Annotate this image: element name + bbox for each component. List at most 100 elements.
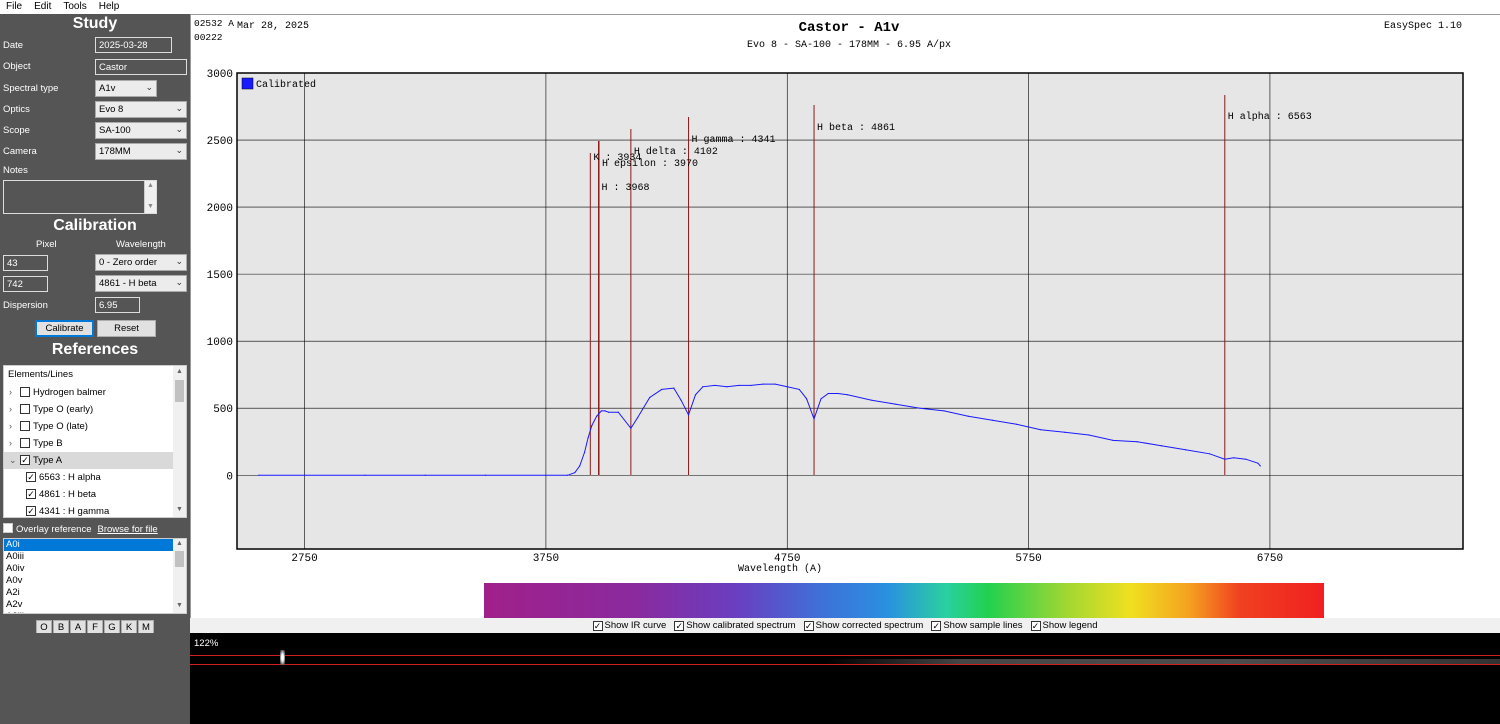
tree-checkbox[interactable]: ✓ [26, 472, 36, 482]
date-label: Date [3, 40, 24, 51]
date-field[interactable]: 2025-03-28 [95, 37, 172, 53]
display-option[interactable]: ✓ Show sample lines [931, 618, 1023, 633]
tree-checkbox[interactable]: ✓ [26, 506, 36, 516]
tree-item[interactable]: › Type O (late) [4, 418, 174, 435]
option-checkbox[interactable]: ✓ [1030, 620, 1041, 631]
display-option[interactable]: ✓ Show calibrated spectrum [674, 618, 796, 633]
raw-image-viewer[interactable]: 122% [190, 633, 1500, 724]
tree-scrollbar[interactable]: ▲ ▼ [173, 366, 186, 517]
chevron-right-icon[interactable]: › [9, 435, 12, 452]
data-point [687, 414, 690, 416]
scroll-down-icon[interactable]: ▼ [147, 203, 154, 210]
overlay-checkbox[interactable] [3, 523, 13, 533]
option-label: Show IR curve [604, 620, 667, 631]
chevron-right-icon[interactable]: › [9, 384, 12, 401]
selection-line-bottom[interactable] [190, 664, 1500, 665]
data-point [726, 386, 728, 388]
wavelength-select-2[interactable]: 4861 - H beta ⌄ [95, 275, 187, 292]
display-option[interactable]: ✓ Show corrected spectrum [803, 618, 924, 633]
references-tree[interactable]: Elements/Lines › Hydrogen balmer › Type O (… [3, 365, 187, 518]
object-field[interactable]: Castor [95, 59, 187, 75]
scope-select[interactable]: SA-100 ⌄ [95, 122, 187, 139]
tree-checkbox[interactable]: ✓ [20, 455, 30, 465]
scroll-up-icon[interactable]: ▲ [176, 368, 183, 375]
tree-checkbox[interactable] [20, 438, 30, 448]
wavelength-select-1[interactable]: 0 - Zero order ⌄ [95, 254, 187, 271]
spectral-type-item[interactable]: A0iii [4, 551, 174, 563]
option-label: Show corrected spectrum [815, 620, 924, 631]
x-axis-label: Wavelength (A) [738, 563, 822, 575]
scroll-thumb[interactable] [175, 551, 184, 567]
calibration-title: Calibration [53, 217, 137, 234]
menu-tools[interactable]: Tools [57, 0, 92, 14]
data-point [608, 411, 610, 413]
data-point [680, 399, 682, 401]
tree-item[interactable]: ✓ 6563 : H alpha [4, 469, 174, 486]
chevron-down-icon: ⌄ [175, 277, 183, 287]
option-checkbox[interactable]: ✓ [803, 620, 814, 631]
chevron-right-icon[interactable]: › [9, 401, 12, 418]
data-point [1088, 434, 1090, 436]
tree-item[interactable]: ⌄ ✓ Type A [4, 452, 174, 469]
wavelength-header: Wavelength [116, 239, 166, 250]
menu-edit[interactable]: Edit [28, 0, 57, 14]
spectrum-chart[interactable]: 2750 3750 4750 5750 6750 3000 2500 2000 1500 1000… [190, 14, 1500, 618]
tree-checkbox[interactable] [20, 404, 30, 414]
scroll-down-icon[interactable]: ▼ [176, 602, 183, 609]
y-tick-label: 0 [226, 471, 233, 483]
spectral-type-item[interactable]: A0v [4, 575, 174, 587]
menu-file[interactable]: File [0, 0, 28, 14]
data-point [1040, 429, 1042, 431]
reset-button[interactable]: Reset [97, 320, 156, 337]
optics-select[interactable]: Evo 8 ⌄ [95, 101, 187, 118]
spectral-type-select[interactable]: A1v ⌄ [95, 80, 157, 97]
tree-item[interactable]: ✓ 4341 : H gamma [4, 503, 174, 517]
tree-checkbox[interactable] [20, 421, 30, 431]
scroll-up-icon[interactable]: ▲ [176, 540, 183, 547]
pixel-field-2[interactable]: 742 [3, 276, 48, 292]
data-point [1257, 462, 1259, 464]
wavelength-value-2: 4861 - H beta [99, 278, 157, 289]
chevron-down-icon: ⌄ [175, 145, 183, 155]
option-checkbox[interactable]: ✓ [674, 620, 685, 631]
legend-swatch [241, 77, 254, 90]
tree-item[interactable]: › Type O (early) [4, 401, 174, 418]
scroll-up-icon[interactable]: ▲ [147, 182, 154, 189]
display-option[interactable]: ✓ Show legend [1030, 618, 1097, 633]
pixel-field-1[interactable]: 43 [3, 255, 48, 271]
tree-item[interactable]: › Type B [4, 435, 174, 452]
scroll-thumb[interactable] [175, 380, 184, 402]
notes-scrollbar[interactable]: ▲ ▼ [144, 181, 156, 213]
option-checkbox[interactable]: ✓ [931, 620, 942, 631]
data-point [583, 451, 586, 454]
data-point [813, 418, 815, 420]
selection-line-top[interactable] [190, 655, 1500, 656]
chevron-right-icon[interactable]: › [9, 418, 12, 435]
data-point [1245, 458, 1247, 460]
spectral-type-list[interactable]: A0iA0iiiA0ivA0vA2iA2vA3iii ▲ ▼ [3, 538, 187, 614]
option-checkbox[interactable]: ✓ [592, 620, 603, 631]
data-point [991, 419, 993, 421]
display-option[interactable]: ✓ Show IR curve [592, 618, 667, 633]
browse-for-file-link[interactable]: Browse for file [98, 524, 158, 535]
scroll-down-icon[interactable]: ▼ [176, 506, 183, 513]
chevron-down-icon[interactable]: ⌄ [9, 452, 17, 469]
notes-textarea[interactable]: ▲ ▼ [3, 180, 157, 214]
reference-line-label: H beta : 4861 [817, 122, 895, 134]
x-tick-label: 6750 [1257, 553, 1283, 565]
calibrate-button[interactable]: Calibrate [35, 320, 94, 337]
tree-item[interactable]: ✓ 4861 : H beta [4, 486, 174, 503]
spectral-type-item[interactable]: A2v [4, 599, 174, 611]
dispersion-field[interactable]: 6.95 [95, 297, 140, 313]
tree-checkbox[interactable]: ✓ [26, 489, 36, 499]
spectral-type-item[interactable]: A0i [4, 539, 174, 551]
spectral-type-item[interactable]: A3iii [4, 611, 174, 613]
spectral-type-item[interactable]: A2i [4, 587, 174, 599]
optics-value: Evo 8 [99, 104, 124, 115]
menu-help[interactable]: Help [93, 0, 126, 14]
tree-item[interactable]: › Hydrogen balmer [4, 384, 174, 401]
type-list-scrollbar[interactable]: ▲ ▼ [173, 539, 186, 613]
tree-checkbox[interactable] [20, 387, 30, 397]
camera-select[interactable]: 178MM ⌄ [95, 143, 187, 160]
spectral-type-item[interactable]: A0iv [4, 563, 174, 575]
